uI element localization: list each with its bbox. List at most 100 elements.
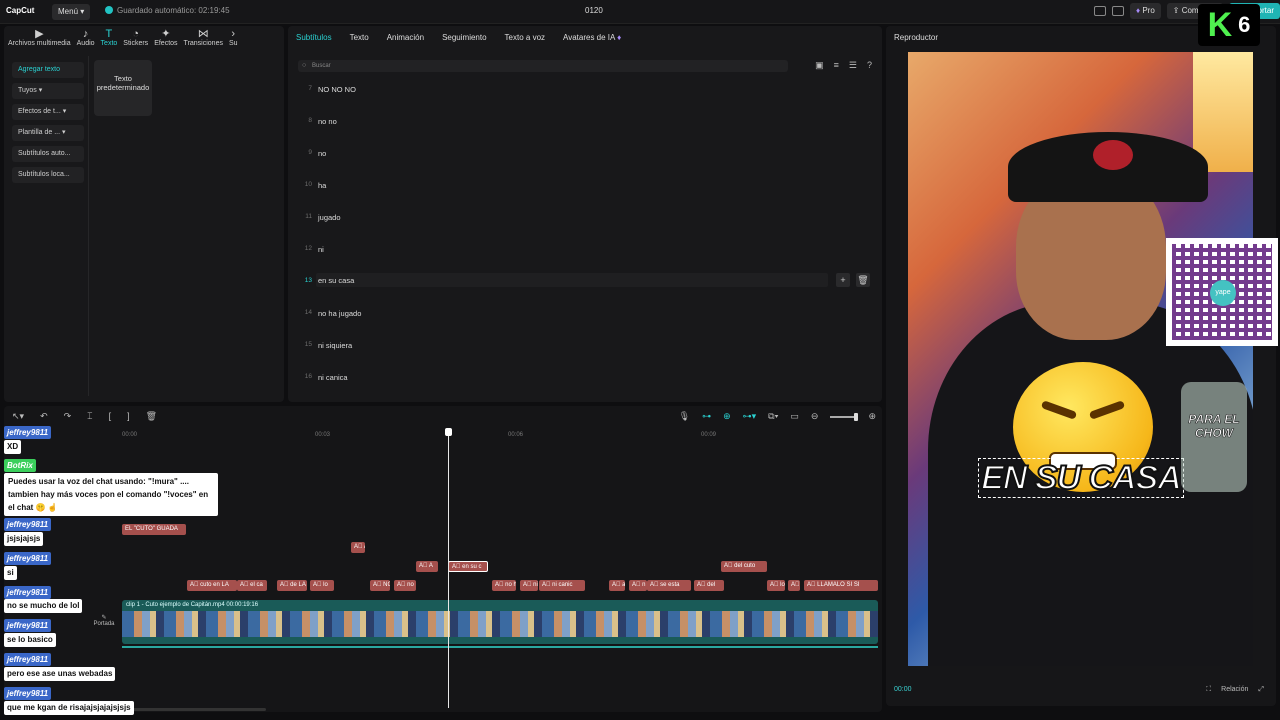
- text-clip[interactable]: A⃞ ni canic: [539, 580, 585, 591]
- filter-icon[interactable]: ☰: [849, 60, 857, 71]
- image-icon[interactable]: ▣: [815, 60, 824, 71]
- chat-username: jeffrey9811: [4, 586, 52, 599]
- side-menu-item[interactable]: Subtítulos auto...: [12, 146, 84, 162]
- main-video-track[interactable]: clip 1 - Cuto ejemplo de Capitán.mp4 00:…: [122, 600, 878, 644]
- add-icon[interactable]: +: [836, 273, 850, 287]
- text-clip[interactable]: A⃞ del cuto: [721, 561, 767, 572]
- subtitle-row[interactable]: 15 ni siquiera: [296, 334, 876, 366]
- text-clip[interactable]: A⃞ A: [416, 561, 438, 572]
- property-tab[interactable]: Avatares de IA ♦: [563, 33, 621, 42]
- subtitle-search-input[interactable]: ○ Buscar: [298, 60, 788, 72]
- help-icon[interactable]: ?: [867, 60, 872, 71]
- delete-icon[interactable]: 🗑: [856, 273, 870, 287]
- tool-tab-3[interactable]: ◔ Stickers: [123, 28, 148, 50]
- menu-button[interactable]: Menú ▾: [52, 4, 91, 20]
- link-icon[interactable]: ⊶: [702, 411, 711, 422]
- text-clip[interactable]: A⃞ LLAMALO SI SI: [804, 580, 878, 591]
- microphone-icon[interactable]: 🎙: [679, 411, 690, 422]
- trim-left-icon[interactable]: [: [109, 411, 112, 422]
- trim-right-icon[interactable]: ]: [127, 411, 130, 422]
- side-menu-item[interactable]: Subtítulos loca...: [12, 167, 84, 183]
- zoom-out-icon[interactable]: ⊖: [811, 411, 819, 422]
- tool-tab-6[interactable]: › Su: [229, 28, 238, 50]
- badge-number: 6: [1238, 12, 1251, 37]
- tool-tab-0[interactable]: ▶ Archivos multimedia: [8, 28, 71, 50]
- pro-button[interactable]: ♦ Pro: [1129, 3, 1161, 19]
- snap-icon[interactable]: ⊶▾: [743, 411, 757, 422]
- subtitle-row[interactable]: 16 ni canica: [296, 366, 876, 398]
- text-clip[interactable]: A⃞ no h: [492, 580, 516, 591]
- property-tab[interactable]: Animación: [387, 33, 424, 42]
- subtitle-text[interactable]: en su casa: [318, 276, 354, 285]
- redo-icon[interactable]: ↷: [64, 411, 72, 422]
- property-tab[interactable]: Subtítulos: [296, 33, 332, 42]
- subtitle-edit-field[interactable]: [316, 273, 828, 287]
- captions-icon[interactable]: ▭: [790, 411, 799, 422]
- subtitle-row[interactable]: 7 NO NO NO: [296, 78, 876, 110]
- video-thumbnails: [122, 611, 878, 637]
- delete-icon[interactable]: 🗑: [146, 411, 157, 422]
- fullscreen-icon[interactable]: ⛶: [1206, 686, 1211, 694]
- text-clip[interactable]: A⃞ n: [629, 580, 647, 591]
- tool-tab-label: Su: [228, 40, 238, 47]
- text-clip[interactable]: A⃞ E: [788, 580, 800, 591]
- text-clip[interactable]: A⃞ lo: [767, 580, 785, 591]
- text-clip[interactable]: A⃞ NO: [370, 580, 390, 591]
- text-clip[interactable]: A⃞ lo: [310, 580, 334, 591]
- text-clip[interactable]: A⃞ se esta: [647, 580, 691, 591]
- split-icon[interactable]: ⌶: [87, 411, 92, 422]
- text-side-menu: Agregar texto Tuyos ▾ Efectos de t... ▾ Pla…: [12, 62, 84, 188]
- text-clip[interactable]: A⃞ no: [394, 580, 416, 591]
- text-clip[interactable]: A⃞ del: [694, 580, 724, 591]
- subtitle-row[interactable]: 8 no no: [296, 110, 876, 142]
- zoom-slider[interactable]: [830, 412, 859, 421]
- text-clip[interactable]: A⃞ en su c: [448, 561, 488, 572]
- caption-selection-box[interactable]: EN SU CASA: [978, 458, 1184, 498]
- preview-axis-icon[interactable]: ⧉▾: [768, 411, 778, 422]
- property-tab[interactable]: Texto a voz: [505, 33, 545, 42]
- chat-message: no se mucho de lol: [4, 599, 83, 613]
- subtitle-row[interactable]: 9 no: [296, 142, 876, 174]
- subtitle-row[interactable]: 14 no ha jugado: [296, 302, 876, 334]
- subtitle-index: 14: [304, 309, 312, 316]
- time-ruler[interactable]: 00:00 00:03 00:06 00:09: [122, 432, 882, 444]
- sort-icon[interactable]: ≡: [834, 60, 839, 71]
- video-preview[interactable]: EN SU CASA PARA EL CHOW: [908, 52, 1253, 666]
- side-menu-item[interactable]: Agregar texto: [12, 62, 84, 78]
- text-clip[interactable]: A⃞ el ca: [237, 580, 267, 591]
- property-tab[interactable]: Seguimiento: [442, 33, 486, 42]
- side-menu-item[interactable]: Tuyos ▾: [12, 83, 84, 99]
- default-text-preset[interactable]: Texto predeterminado: [94, 60, 152, 116]
- playhead[interactable]: [445, 428, 452, 708]
- layout-icon[interactable]: [1093, 6, 1106, 16]
- subtitle-row[interactable]: 12 ni: [296, 238, 876, 270]
- qr-logo: yape: [1210, 280, 1236, 306]
- side-menu-item[interactable]: Plantilla de ... ▾: [12, 125, 84, 141]
- text-clip[interactable]: A⃞ A: [351, 542, 365, 553]
- subtitle-row[interactable]: 10 ha: [296, 174, 876, 206]
- text-clip[interactable]: A⃞ a: [609, 580, 625, 591]
- chat-message: jsjsjajsjs: [4, 532, 44, 546]
- subtitle-row[interactable]: 13 + 🗑 en su casa: [296, 270, 876, 302]
- tool-tab-2[interactable]: T Texto: [101, 28, 118, 50]
- shortcut-icon[interactable]: [1111, 6, 1124, 16]
- expand-icon[interactable]: ⤢: [1258, 686, 1264, 694]
- property-tab[interactable]: Texto: [350, 33, 369, 42]
- project-title[interactable]: 0120: [585, 6, 603, 15]
- tool-tab-5[interactable]: ⋈ Transiciones: [184, 28, 223, 50]
- zoom-in-icon[interactable]: ⊕: [868, 411, 876, 422]
- text-clip[interactable]: A⃞ de LA: [277, 580, 307, 591]
- ratio-button[interactable]: Relación: [1221, 686, 1248, 694]
- top-bar: CapCut Menú ▾ Guardado automático: 02:19…: [0, 0, 1280, 24]
- transitions-icon: ⋈: [197, 28, 209, 40]
- text-clip[interactable]: A⃞ ni s: [520, 580, 538, 591]
- subtitle-row[interactable]: 11 jugado: [296, 206, 876, 238]
- player-controls: 00:00 ⛶ Relación ⤢: [894, 686, 1268, 698]
- magnet-icon[interactable]: ⊕: [723, 411, 731, 422]
- undo-icon[interactable]: ↶: [40, 411, 48, 422]
- chat-message: si: [4, 566, 17, 580]
- select-tool-icon[interactable]: ↖▾: [12, 411, 24, 422]
- tool-tab-4[interactable]: ✦ Efectos: [154, 28, 177, 50]
- tool-tab-1[interactable]: ♪ Audio: [77, 28, 95, 50]
- side-menu-item[interactable]: Efectos de t... ▾: [12, 104, 84, 120]
